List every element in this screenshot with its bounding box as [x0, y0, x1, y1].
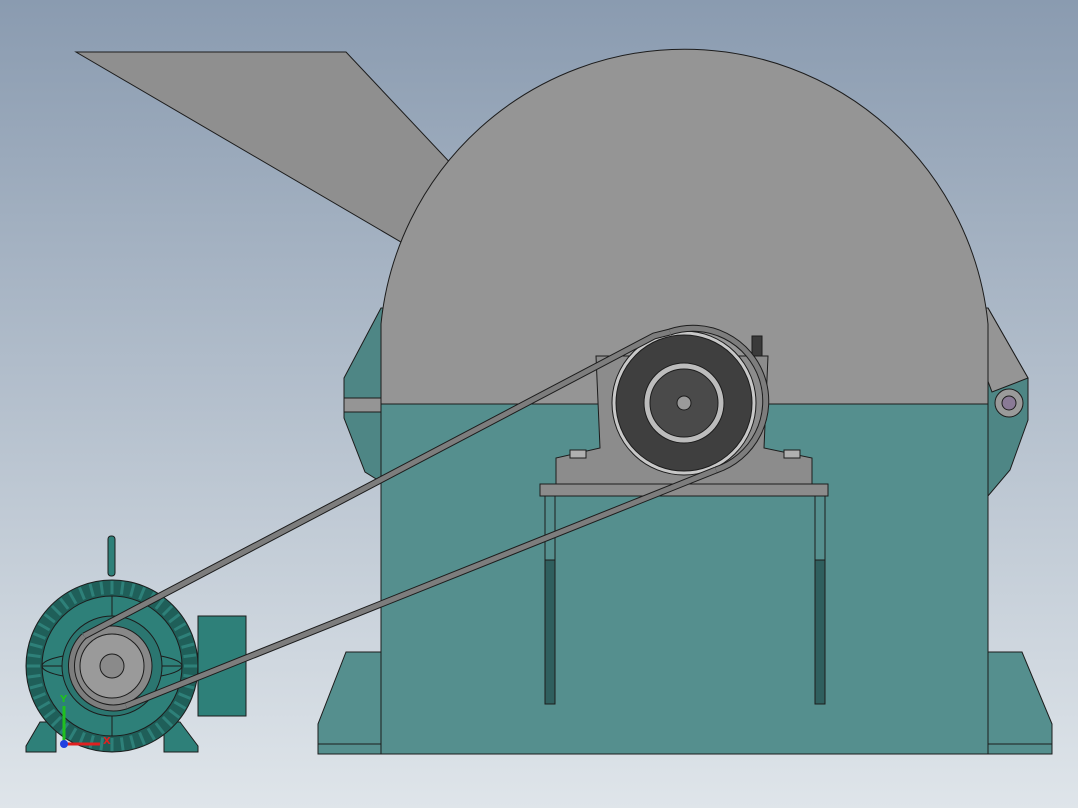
- motor-fin: [183, 653, 197, 659]
- triad-z-axis: [60, 740, 68, 748]
- motor-lifting-eye: [107, 535, 116, 577]
- drive-shaft: [99, 653, 125, 679]
- motor-fin: [27, 653, 41, 659]
- driven-shaft: [676, 395, 692, 411]
- grease-fitting[interactable]: [751, 335, 763, 357]
- left-bracket-strip: [343, 397, 382, 413]
- motor-fin: [99, 581, 105, 595]
- adjuster-knob-inner: [1001, 395, 1017, 411]
- motor-fin: [119, 737, 125, 751]
- stand-left-leg-lower: [544, 559, 556, 705]
- motor-fin: [27, 673, 41, 679]
- cad-viewport[interactable]: Y X: [0, 0, 1078, 808]
- stand-right-leg-lower: [814, 559, 826, 705]
- motor-fin: [119, 581, 125, 595]
- model-canvas[interactable]: Y X: [0, 0, 1078, 808]
- bearing-bolt-left: [569, 449, 587, 459]
- triad-x-label: X: [103, 736, 111, 747]
- triad-y-label: Y: [59, 694, 68, 705]
- bearing-bolt-right: [783, 449, 801, 459]
